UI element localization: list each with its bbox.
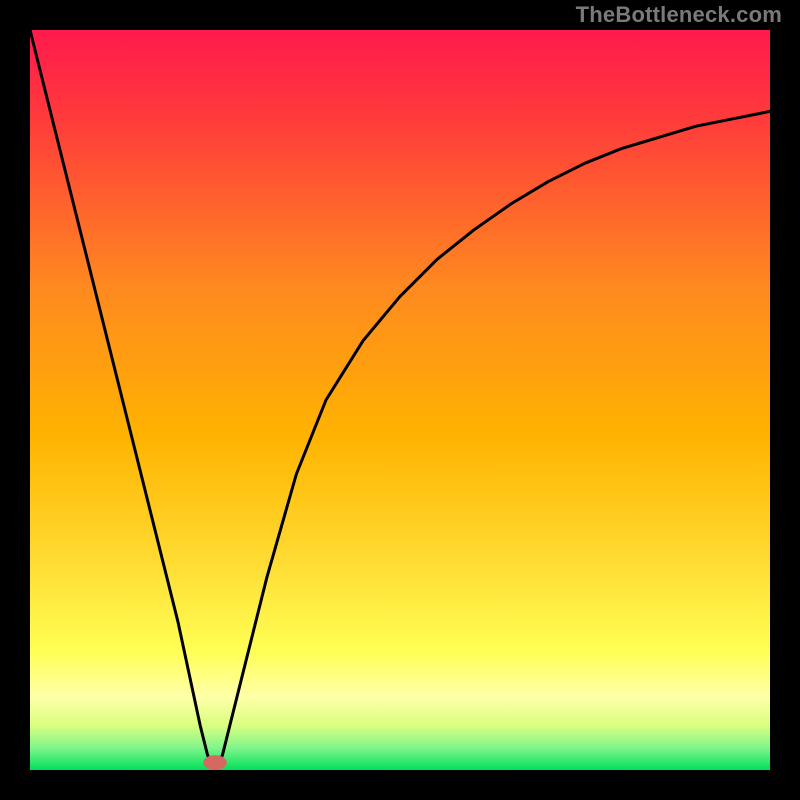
- chart-frame: TheBottleneck.com: [0, 0, 800, 800]
- bottleneck-plot: [30, 30, 770, 770]
- gradient-background: [30, 30, 770, 770]
- optimal-point-marker: [203, 755, 227, 770]
- watermark-text: TheBottleneck.com: [576, 2, 782, 28]
